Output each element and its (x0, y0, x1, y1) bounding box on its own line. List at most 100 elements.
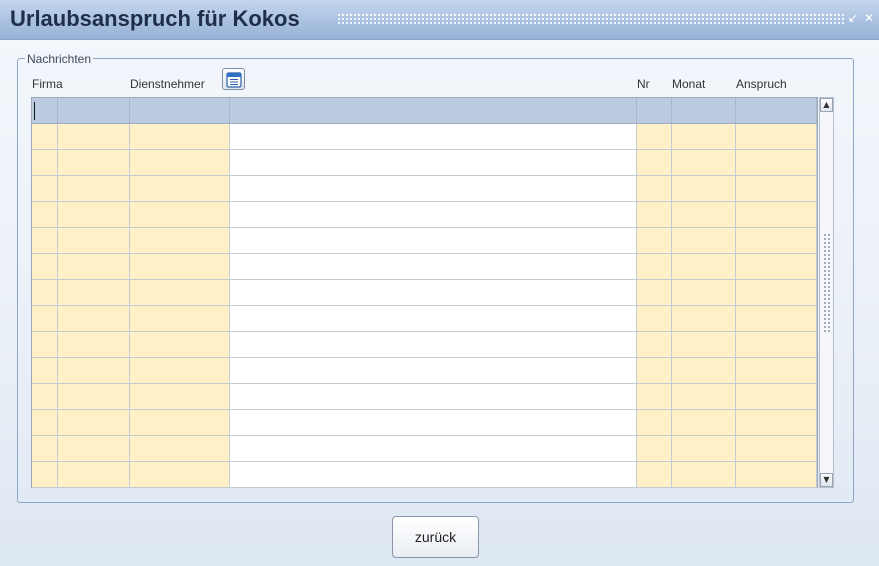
grid-cell-anspruch[interactable] (736, 410, 817, 436)
grid-cell-dienstnehmer[interactable] (130, 280, 230, 306)
grid-cell-dienstnehmer[interactable] (130, 150, 230, 176)
grid-cell-firma[interactable] (58, 124, 130, 150)
grid-cell-dienstnehmer[interactable] (130, 410, 230, 436)
grid-cell-anspruch[interactable] (736, 98, 817, 124)
scroll-thumb-grip[interactable] (823, 233, 830, 333)
grid-cell-monat[interactable] (672, 228, 736, 254)
grid-cell-anspruch[interactable] (736, 176, 817, 202)
grid-cell-row-indicator[interactable] (32, 384, 58, 410)
grid-cell-firma[interactable] (58, 98, 130, 124)
grid-cell-anspruch[interactable] (736, 306, 817, 332)
back-button[interactable]: zurück (392, 516, 479, 558)
grid-cell-anspruch[interactable] (736, 280, 817, 306)
grid-cell-dienstnehmer[interactable] (130, 176, 230, 202)
grid-cell-row-indicator[interactable] (32, 202, 58, 228)
grid-cell-dienstnehmer[interactable] (130, 384, 230, 410)
grid-cell-monat[interactable] (672, 202, 736, 228)
grid-cell-nachricht[interactable] (230, 306, 637, 332)
grid-cell-nachricht[interactable] (230, 124, 637, 150)
grid-cell-firma[interactable] (58, 228, 130, 254)
grid-cell-dienstnehmer[interactable] (130, 202, 230, 228)
grid-cell-nr[interactable] (637, 98, 672, 124)
grid-cell-row-indicator[interactable] (32, 462, 58, 488)
grid-cell-row-indicator[interactable] (32, 254, 58, 280)
grid-cell-firma[interactable] (58, 410, 130, 436)
grid-cell-monat[interactable] (672, 410, 736, 436)
grid-cell-firma[interactable] (58, 280, 130, 306)
calendar-button[interactable] (222, 68, 245, 90)
grid-cell-row-indicator[interactable] (32, 358, 58, 384)
grid-cell-nachricht[interactable] (230, 254, 637, 280)
grid-cell-monat[interactable] (672, 384, 736, 410)
table-row[interactable] (32, 228, 817, 254)
grid-cell-firma[interactable] (58, 150, 130, 176)
grid-cell-nachricht[interactable] (230, 462, 637, 488)
grid-cell-anspruch[interactable] (736, 228, 817, 254)
grid-cell-anspruch[interactable] (736, 202, 817, 228)
grid-cell-dienstnehmer[interactable] (130, 332, 230, 358)
grid-cell-nachricht[interactable] (230, 202, 637, 228)
grid-cell-anspruch[interactable] (736, 332, 817, 358)
grid-cell-row-indicator[interactable] (32, 98, 58, 124)
grid-cell-dienstnehmer[interactable] (130, 306, 230, 332)
scroll-up-button[interactable]: ▲ (820, 98, 833, 112)
grid-cell-dienstnehmer[interactable] (130, 98, 230, 124)
grid-cell-firma[interactable] (58, 202, 130, 228)
grid-cell-dienstnehmer[interactable] (130, 254, 230, 280)
table-row[interactable] (32, 280, 817, 306)
grid-cell-dienstnehmer[interactable] (130, 436, 230, 462)
grid-cell-row-indicator[interactable] (32, 280, 58, 306)
grid-cell-dienstnehmer[interactable] (130, 228, 230, 254)
grid-cell-anspruch[interactable] (736, 254, 817, 280)
grid-cell-nr[interactable] (637, 306, 672, 332)
grid-cell-row-indicator[interactable] (32, 436, 58, 462)
close-icon[interactable]: ✕ (862, 11, 876, 25)
table-row[interactable] (32, 124, 817, 150)
grid-cell-dienstnehmer[interactable] (130, 124, 230, 150)
grid-cell-row-indicator[interactable] (32, 332, 58, 358)
grid-cell-monat[interactable] (672, 280, 736, 306)
grid-cell-monat[interactable] (672, 332, 736, 358)
grid-cell-nachricht[interactable] (230, 436, 637, 462)
grid-cell-firma[interactable] (58, 436, 130, 462)
grid-cell-nr[interactable] (637, 462, 672, 488)
grid-cell-anspruch[interactable] (736, 384, 817, 410)
grid-cell-monat[interactable] (672, 254, 736, 280)
grid-cell-row-indicator[interactable] (32, 306, 58, 332)
table-row[interactable] (32, 202, 817, 228)
grid-cell-nr[interactable] (637, 176, 672, 202)
grid-cell-firma[interactable] (58, 254, 130, 280)
grid-cell-row-indicator[interactable] (32, 228, 58, 254)
grid-cell-row-indicator[interactable] (32, 410, 58, 436)
grid-cell-nachricht[interactable] (230, 150, 637, 176)
grid-cell-firma[interactable] (58, 358, 130, 384)
table-row[interactable] (32, 332, 817, 358)
grid-cell-anspruch[interactable] (736, 124, 817, 150)
grid-cell-monat[interactable] (672, 176, 736, 202)
grid-cell-nr[interactable] (637, 332, 672, 358)
table-row[interactable] (32, 254, 817, 280)
grid-cell-nr[interactable] (637, 150, 672, 176)
grid-cell-firma[interactable] (58, 176, 130, 202)
grid-cell-monat[interactable] (672, 306, 736, 332)
table-row[interactable] (32, 358, 817, 384)
table-row[interactable] (32, 384, 817, 410)
grid-cell-nr[interactable] (637, 202, 672, 228)
grid-cell-monat[interactable] (672, 462, 736, 488)
grid-cell-nr[interactable] (637, 384, 672, 410)
grid-cell-anspruch[interactable] (736, 358, 817, 384)
grid-cell-row-indicator[interactable] (32, 124, 58, 150)
table-row[interactable] (32, 150, 817, 176)
grid-cell-nachricht[interactable] (230, 176, 637, 202)
grid-cell-nr[interactable] (637, 228, 672, 254)
table-row[interactable] (32, 462, 817, 488)
minimize-icon[interactable]: ↙ (846, 11, 860, 25)
grid-cell-nachricht[interactable] (230, 98, 637, 124)
grid-cell-monat[interactable] (672, 150, 736, 176)
grid-cell-nachricht[interactable] (230, 280, 637, 306)
grid-cell-dienstnehmer[interactable] (130, 358, 230, 384)
grid-cell-anspruch[interactable] (736, 436, 817, 462)
grid-filter-row[interactable] (32, 98, 817, 124)
vertical-scrollbar[interactable]: ▲ ▼ (819, 97, 834, 488)
grid-cell-nachricht[interactable] (230, 384, 637, 410)
